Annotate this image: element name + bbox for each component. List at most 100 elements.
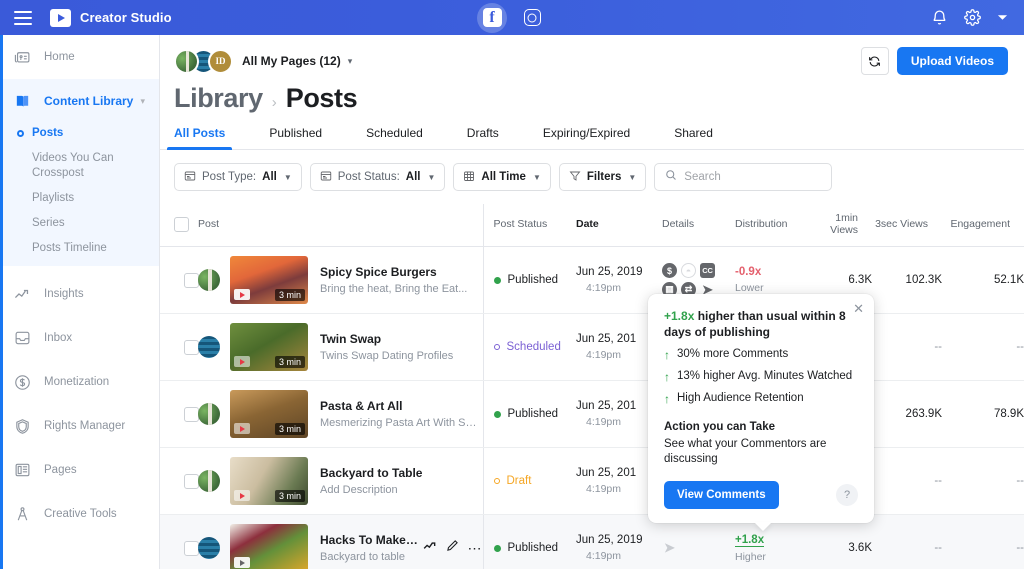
hamburger-icon[interactable]	[14, 11, 32, 25]
search-box[interactable]	[654, 163, 832, 191]
view-comments-button[interactable]: View Comments	[664, 481, 779, 509]
tab-drafts[interactable]: Drafts	[467, 126, 499, 149]
bell-icon[interactable]	[931, 9, 948, 26]
row-checkbox[interactable]	[184, 340, 199, 355]
chevron-down-icon: ▼	[284, 173, 292, 182]
engagement: 78.9K	[942, 381, 1024, 448]
post-status-filter[interactable]: Post Status: All ▼	[310, 163, 446, 191]
tab-shared[interactable]: Shared	[674, 126, 713, 149]
column-details[interactable]: Details	[662, 204, 735, 247]
status-dot-icon	[494, 344, 500, 350]
pages-selector-label[interactable]: All My Pages (12)	[242, 54, 341, 68]
post-thumbnail[interactable]	[230, 524, 308, 569]
column-1min-views[interactable]: 1min Views	[810, 204, 872, 247]
row-checkbox[interactable]	[184, 474, 199, 489]
shield-icon[interactable]: ◓	[681, 263, 696, 278]
refresh-button[interactable]	[861, 47, 889, 75]
table-row[interactable]: 3 min Backyard to Table Add Description …	[160, 448, 1024, 515]
post-thumbnail[interactable]: 3 min	[230, 457, 308, 505]
filters-button[interactable]: Filters ▼	[559, 163, 646, 191]
post-description[interactable]: Add Description	[320, 484, 483, 496]
tooltip-headline: +1.8x higher than usual within 8 days of…	[664, 308, 849, 340]
avatar: ID	[208, 49, 233, 74]
table-row[interactable]: 3 min Twin Swap Twins Swap Dating Profil…	[160, 314, 1024, 381]
sidebar-item-content-library[interactable]: Content Library ▾	[0, 79, 159, 123]
sidebar-item-label: Pages	[44, 464, 77, 476]
post-title[interactable]: Hacks To Make Your	[320, 533, 419, 547]
gear-icon[interactable]	[964, 9, 981, 26]
post-type-filter[interactable]: Post Type: All ▼	[174, 163, 302, 191]
breadcrumb-parent[interactable]: Library	[174, 83, 263, 114]
sidebar-item-series[interactable]: Series	[0, 211, 159, 236]
sidebar-item-inbox[interactable]: Inbox	[0, 316, 159, 360]
detail-icons: $ ◓ CC ▦ ⇄ ➤	[662, 263, 724, 297]
insights-icon[interactable]	[423, 539, 437, 557]
post-thumbnail[interactable]: 3 min	[230, 390, 308, 438]
column-date[interactable]: Date	[576, 204, 662, 247]
tab-published[interactable]: Published	[269, 126, 322, 149]
column-3sec-views[interactable]: 3sec Views	[872, 204, 942, 247]
column-post[interactable]: Post	[198, 204, 483, 247]
pages-icon	[14, 462, 36, 478]
close-icon[interactable]: ✕	[853, 302, 864, 315]
insights-icon	[14, 286, 36, 302]
sidebar-item-creative-tools[interactable]: Creative Tools	[0, 492, 159, 536]
chevron-down-icon[interactable]: ▾	[140, 96, 145, 107]
table-row[interactable]: 3 min Pasta & Art All Mesmerizing Pasta …	[160, 381, 1024, 448]
table-row[interactable]: Hacks To Make Your Backyard to table	[160, 515, 1024, 569]
question-icon[interactable]: ?	[836, 484, 858, 506]
chevron-down-icon[interactable]: ▾	[348, 56, 353, 67]
column-post-status[interactable]: Post Status	[483, 204, 576, 247]
account-chevron-down-icon[interactable]	[997, 12, 1008, 23]
column-distribution[interactable]: Distribution	[735, 204, 810, 247]
distribution-value[interactable]: +1.8x	[735, 534, 764, 547]
column-engagement[interactable]: Engagement	[942, 204, 1024, 247]
post-title[interactable]: Pasta & Art All	[320, 399, 483, 413]
header-actions: Upload Videos	[861, 47, 1008, 75]
status-label: Draft	[507, 475, 532, 487]
status-badge: Draft	[494, 475, 577, 487]
rocket-icon[interactable]: ➤	[662, 541, 677, 556]
tooltip-headline-highlight: +1.8x	[664, 309, 694, 323]
row-actions: ⋯	[423, 539, 483, 557]
sidebar-item-monetization[interactable]: Monetization	[0, 360, 159, 404]
page-avatars[interactable]: ID	[174, 49, 233, 74]
sidebar-item-home[interactable]: Home	[0, 35, 159, 79]
tab-expiring-expired[interactable]: Expiring/Expired	[543, 126, 630, 149]
table-row[interactable]: 3 min Spicy Spice Burgers Bring the heat…	[160, 247, 1024, 314]
top-bar-actions	[931, 9, 1008, 26]
date-range-filter[interactable]: All Time ▼	[453, 163, 550, 191]
post-title[interactable]: Twin Swap	[320, 332, 483, 346]
row-checkbox[interactable]	[184, 407, 199, 422]
post-date: Jun 25, 2019	[576, 266, 662, 278]
sidebar-item-rights-manager[interactable]: Rights Manager	[0, 404, 159, 448]
row-checkbox[interactable]	[184, 541, 199, 556]
status-label: Scheduled	[507, 341, 561, 353]
tab-scheduled[interactable]: Scheduled	[366, 126, 423, 149]
monetization-icon[interactable]: $	[662, 263, 677, 278]
post-type-filter-label: Post Type:	[202, 171, 256, 183]
edit-icon[interactable]	[446, 539, 459, 557]
sidebar-item-posts-timeline[interactable]: Posts Timeline	[0, 236, 159, 266]
captions-icon[interactable]: CC	[700, 263, 715, 278]
app-logo[interactable]: Creator Studio	[50, 9, 172, 27]
views-3sec: --	[872, 448, 942, 515]
post-title[interactable]: Backyard to Table	[320, 466, 483, 480]
sidebar-item-playlists[interactable]: Playlists	[0, 186, 159, 211]
facebook-icon[interactable]: f	[477, 3, 507, 33]
row-checkbox[interactable]	[184, 273, 199, 288]
upload-videos-button[interactable]: Upload Videos	[897, 47, 1008, 75]
more-icon[interactable]: ⋯	[468, 543, 483, 553]
post-title[interactable]: Spicy Spice Burgers	[320, 265, 483, 279]
sidebar-item-insights[interactable]: Insights	[0, 272, 159, 316]
search-input[interactable]	[684, 171, 821, 183]
sidebar-item-pages[interactable]: Pages	[0, 448, 159, 492]
post-thumbnail[interactable]: 3 min	[230, 256, 308, 304]
instagram-icon[interactable]	[517, 3, 547, 33]
sidebar-item-videos-you-can-crosspost[interactable]: Videos You Can Crosspost	[0, 146, 159, 186]
sidebar-item-posts[interactable]: Posts	[0, 123, 159, 146]
select-all-checkbox[interactable]	[174, 217, 189, 232]
funnel-icon	[569, 170, 581, 185]
post-thumbnail[interactable]: 3 min	[230, 323, 308, 371]
tab-all-posts[interactable]: All Posts	[174, 126, 225, 149]
